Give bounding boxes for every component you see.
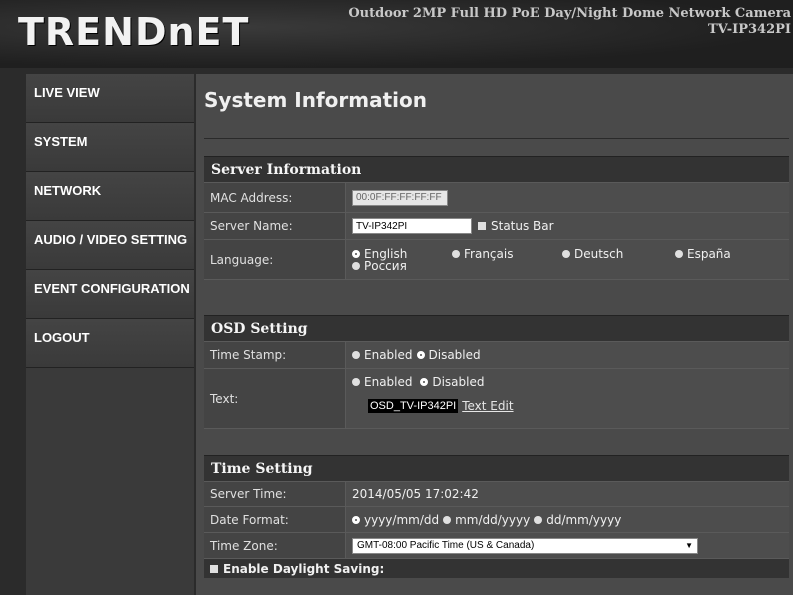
main-panel: System Information Server Information MA…	[196, 74, 793, 595]
server-name-input[interactable]	[352, 218, 472, 234]
time-zone-select[interactable]: GMT-08:00 Pacific Time (US & Canada) ▼	[352, 537, 698, 554]
chevron-down-icon: ▼	[685, 541, 693, 550]
time-stamp-row: Time Stamp: Enabled Disabled	[204, 341, 789, 368]
time-stamp-enabled-label: Enabled	[364, 348, 413, 362]
mac-address-field	[352, 189, 448, 206]
daylight-saving-label: Enable Daylight Saving:	[223, 561, 385, 576]
language-radio-espana[interactable]	[675, 249, 683, 258]
mac-address-row: MAC Address:	[204, 182, 789, 212]
language-option-russian: Россия	[364, 258, 407, 273]
nav-item-live-view[interactable]: LIVE VIEW	[26, 74, 194, 123]
time-stamp-enabled-radio[interactable]	[352, 351, 360, 359]
product-description: Outdoor 2MP Full HD PoE Day/Night Dome N…	[348, 6, 791, 21]
daylight-saving-checkbox[interactable]	[210, 564, 218, 573]
server-information-section: Server Information MAC Address: Server N…	[204, 156, 789, 294]
server-name-row: Server Name: Status Bar	[204, 212, 789, 239]
language-option-deutsch: Deutsch	[574, 246, 624, 261]
server-time-value: 2014/05/05 17:02:42	[346, 482, 789, 506]
server-name-label: Server Name:	[204, 213, 346, 239]
trendnet-logo: TRENDnET	[18, 10, 250, 54]
mac-address-label: MAC Address:	[204, 183, 346, 212]
nav-item-logout[interactable]: LOGOUT	[26, 319, 194, 368]
product-title: Outdoor 2MP Full HD PoE Day/Night Dome N…	[348, 6, 791, 38]
date-format-option-ymd: yyyy/mm/dd	[364, 512, 440, 527]
page-title: System Information	[204, 88, 427, 112]
nav-item-system[interactable]: SYSTEM	[26, 123, 194, 172]
time-zone-row: Time Zone: GMT-08:00 Pacific Time (US & …	[204, 532, 789, 558]
osd-setting-section: OSD Setting Time Stamp: Enabled Disabled…	[204, 315, 789, 443]
status-bar-checkbox[interactable]	[478, 222, 486, 230]
time-stamp-disabled-radio[interactable]	[416, 351, 425, 359]
language-option-espana: España	[687, 246, 731, 261]
language-option-english: English	[364, 246, 408, 261]
section-header-osd-setting: OSD Setting	[204, 315, 789, 341]
status-bar-label: Status Bar	[491, 219, 554, 233]
language-radio-english[interactable]	[352, 249, 360, 258]
title-divider	[204, 138, 789, 139]
time-stamp-disabled-label: Disabled	[428, 348, 481, 362]
osd-text-enabled-label: Enabled	[364, 375, 413, 389]
osd-text-enabled-radio[interactable]	[352, 378, 360, 386]
date-format-label: Date Format:	[204, 507, 346, 532]
time-zone-selected-value: GMT-08:00 Pacific Time (US & Canada)	[357, 540, 535, 551]
language-radio-francais[interactable]	[452, 249, 460, 258]
osd-text-display: OSD_TV-IP342PI	[368, 399, 459, 413]
date-format-radio-ymd[interactable]	[352, 515, 360, 524]
language-label: Language:	[204, 240, 346, 279]
section-spacer	[204, 428, 789, 443]
nav-item-audio-video-setting[interactable]: AUDIO / VIDEO SETTING	[26, 221, 194, 270]
text-edit-link[interactable]: Text Edit	[462, 399, 513, 413]
time-zone-label: Time Zone:	[204, 533, 346, 558]
section-header-server-information: Server Information	[204, 156, 789, 182]
osd-text-disabled-radio[interactable]	[420, 378, 429, 386]
date-format-row: Date Format: yyyy/mm/dd mm/dd/yyyy dd/mm…	[204, 506, 789, 532]
server-time-row: Server Time: 2014/05/05 17:02:42	[204, 481, 789, 506]
date-format-option-dmy: dd/mm/yyyy	[546, 512, 622, 527]
osd-text-disabled-label: Disabled	[432, 375, 485, 389]
language-radio-deutsch[interactable]	[562, 249, 570, 258]
server-time-label: Server Time:	[204, 482, 346, 506]
date-format-radio-mdy[interactable]	[443, 515, 452, 524]
time-stamp-label: Time Stamp:	[204, 342, 346, 368]
daylight-saving-row: Enable Daylight Saving:	[204, 558, 789, 578]
nav-item-network[interactable]: NETWORK	[26, 172, 194, 221]
osd-text-row: Text: Enabled Disabled OSD_TV-IP342PI Te…	[204, 368, 789, 428]
header-bar: TRENDnET Outdoor 2MP Full HD PoE Day/Nig…	[0, 0, 793, 68]
osd-text-label: Text:	[204, 369, 346, 428]
date-format-option-mdy: mm/dd/yyyy	[455, 512, 531, 527]
time-setting-section: Time Setting Server Time: 2014/05/05 17:…	[204, 455, 789, 578]
section-spacer	[204, 279, 789, 294]
section-header-time-setting: Time Setting	[204, 455, 789, 481]
date-format-radio-dmy[interactable]	[534, 515, 543, 524]
language-row: Language: English Français Deutsch Españ…	[204, 239, 789, 279]
language-radio-russian[interactable]	[352, 261, 360, 270]
product-model: TV-IP342PI	[707, 22, 791, 37]
nav-item-event-configuration[interactable]: EVENT CONFIGURATION	[26, 270, 194, 319]
language-option-francais: Français	[464, 246, 514, 261]
sidebar-nav: LIVE VIEW SYSTEM NETWORK AUDIO / VIDEO S…	[26, 74, 194, 595]
